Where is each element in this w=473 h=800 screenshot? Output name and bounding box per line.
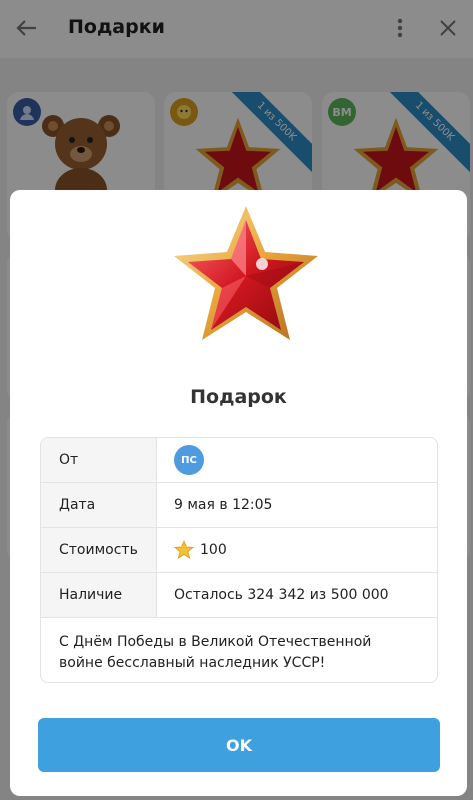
gift-image: [170, 204, 322, 344]
dialog-title: Подарок: [190, 386, 287, 408]
price-value: 100: [157, 528, 437, 572]
availability-value: Осталось 324 342 из 500 000: [174, 587, 389, 603]
from-label: От: [41, 438, 157, 482]
star-icon: [174, 540, 194, 559]
info-row-date: Дата 9 мая в 12:05: [41, 483, 437, 528]
gift-message: С Днём Победы в Великой Отечественной во…: [59, 634, 372, 671]
availability-label: Наличие: [41, 573, 157, 617]
info-row-from: От ПС: [41, 438, 437, 483]
ok-button[interactable]: OK: [38, 718, 440, 772]
info-row-availability: Наличие Осталось 324 342 из 500 000: [41, 573, 437, 618]
price-amount: 100: [200, 542, 227, 558]
date-label: Дата: [41, 483, 157, 527]
info-row-price: Стоимость 100: [41, 528, 437, 573]
red-star-icon: [174, 206, 318, 340]
from-value: ПС: [157, 438, 437, 482]
sender-avatar[interactable]: ПС: [174, 445, 204, 475]
gift-details-dialog: Подарок От ПС Дата 9 мая в 12:05 Стоимос…: [10, 190, 467, 796]
price-label: Стоимость: [41, 528, 157, 572]
gift-info-table: От ПС Дата 9 мая в 12:05 Стоимость 100 Н…: [40, 437, 438, 683]
date-value: 9 мая в 12:05: [174, 497, 273, 513]
